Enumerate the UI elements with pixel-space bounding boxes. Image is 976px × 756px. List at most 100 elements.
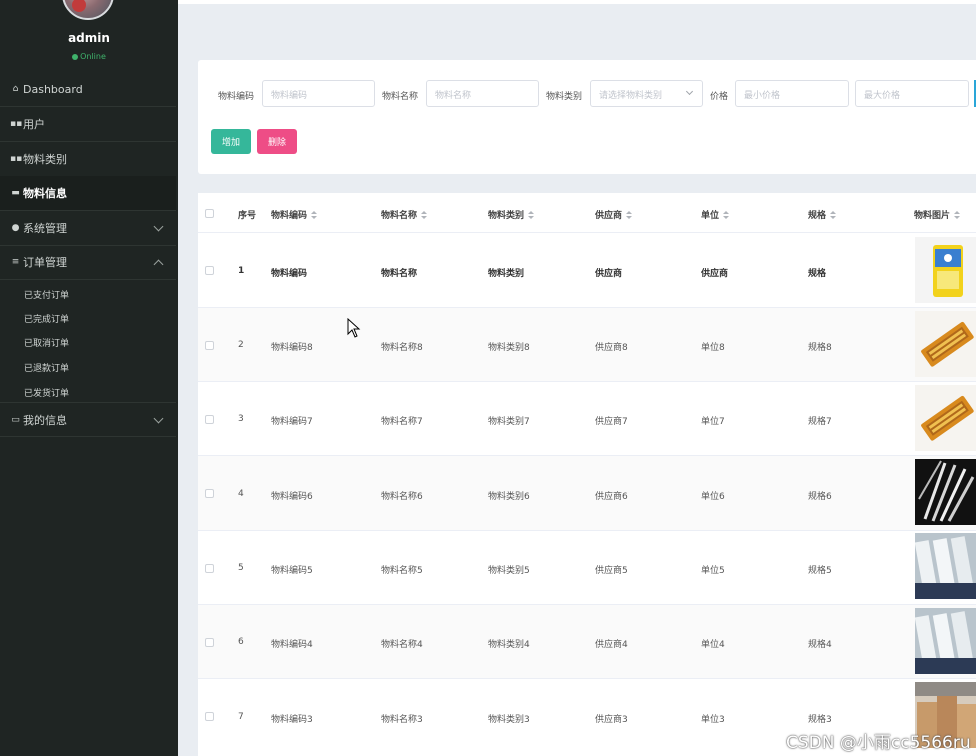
- sort-icon[interactable]: [723, 210, 730, 221]
- chevron-down-icon: [685, 87, 694, 96]
- menu-item-users[interactable]: ▪▪ 用户: [0, 107, 176, 142]
- submenu-shipped-orders[interactable]: 已发货订单: [24, 386, 69, 399]
- code-label: 物料编码: [218, 92, 255, 102]
- table-row[interactable]: [198, 308, 976, 381]
- material-image[interactable]: [915, 311, 976, 377]
- sort-icon[interactable]: [626, 210, 633, 221]
- sort-icon[interactable]: [954, 210, 961, 221]
- row-checkbox[interactable]: [205, 638, 214, 647]
- orange-tray-image: [921, 395, 974, 441]
- sidebar: admin Online ⌂ Dashboard ▪▪ 用户 ▪▪ 物料类别 ▬ 物料信…: [0, 0, 178, 756]
- material-image[interactable]: [915, 237, 976, 303]
- cell-code: 物料编码4: [271, 640, 313, 650]
- submenu-refunded-orders[interactable]: 已退款订单: [24, 361, 69, 374]
- row-checkbox[interactable]: [205, 341, 214, 350]
- material-image[interactable]: [915, 608, 976, 674]
- mouse-cursor-icon: [347, 318, 361, 338]
- menu-item-material-info[interactable]: ▬ 物料信息: [0, 176, 176, 211]
- row-checkbox[interactable]: [205, 415, 214, 424]
- header-unit[interactable]: 单位: [701, 208, 730, 221]
- cell-category: 物料类别4: [488, 640, 530, 650]
- cell-spec: 规格7: [808, 417, 832, 427]
- cell-code: 物料编码: [271, 269, 308, 279]
- delete-button[interactable]: 删除: [257, 129, 297, 154]
- cell-name: 物料名称7: [381, 417, 423, 427]
- cell-spec: 规格8: [808, 343, 832, 353]
- cell-index: 7: [238, 712, 244, 722]
- row-checkbox[interactable]: [205, 489, 214, 498]
- price-label: 价格: [710, 92, 729, 102]
- cell-name: 物料名称4: [381, 640, 423, 650]
- row-checkbox[interactable]: [205, 712, 214, 721]
- add-button[interactable]: 增加: [211, 129, 251, 154]
- cell-code: 物料编码7: [271, 417, 313, 427]
- cell-index: 6: [238, 637, 244, 647]
- cell-supplier: 供应商: [595, 269, 623, 279]
- menu-item-my-info[interactable]: ▭ 我的信息: [0, 402, 176, 437]
- sort-icon[interactable]: [311, 210, 318, 221]
- rice-bag-image: [933, 245, 963, 297]
- sort-icon[interactable]: [830, 210, 837, 221]
- cell-unit: 供应商: [701, 269, 729, 279]
- material-image[interactable]: [915, 459, 976, 525]
- cell-spec: 规格: [808, 269, 827, 279]
- cell-name: 物料名称8: [381, 343, 423, 353]
- material-image[interactable]: [915, 533, 976, 599]
- row-checkbox[interactable]: [205, 266, 214, 275]
- name-label: 物料名称: [382, 92, 419, 102]
- cell-index: 1: [238, 266, 245, 276]
- header-spec[interactable]: 规格: [808, 208, 837, 221]
- online-status: Online: [0, 52, 178, 61]
- card-icon: ▬: [11, 188, 20, 198]
- grid-icon: ▪▪: [10, 154, 23, 164]
- cell-spec: 规格6: [808, 492, 832, 502]
- table-row[interactable]: [198, 531, 976, 604]
- menu-item-material-category[interactable]: ▪▪ 物料类别: [0, 142, 176, 177]
- submenu-cancelled-orders[interactable]: 已取消订单: [24, 336, 69, 349]
- cell-spec: 规格5: [808, 566, 832, 576]
- filter-panel: [198, 60, 976, 174]
- table-row[interactable]: [198, 382, 976, 455]
- cell-supplier: 供应商3: [595, 715, 628, 725]
- table-row[interactable]: [198, 605, 976, 678]
- select-all-checkbox[interactable]: [205, 209, 214, 218]
- submenu-completed-orders[interactable]: 已完成订单: [24, 312, 69, 325]
- sort-icon[interactable]: [528, 210, 535, 221]
- header-supplier[interactable]: 供应商: [595, 208, 633, 221]
- cell-code: 物料编码6: [271, 492, 313, 502]
- cell-category: 物料类别3: [488, 715, 530, 725]
- chevron-down-icon: [153, 413, 164, 424]
- cell-supplier: 供应商4: [595, 640, 628, 650]
- submenu-paid-orders[interactable]: 已支付订单: [24, 288, 69, 301]
- menu-item-dashboard[interactable]: ⌂ Dashboard: [0, 72, 176, 107]
- table-row[interactable]: [198, 233, 976, 307]
- cell-unit: 单位4: [701, 640, 725, 650]
- avatar[interactable]: [62, 0, 114, 20]
- cell-index: 5: [238, 563, 244, 573]
- max-price-input[interactable]: 最大价格: [855, 80, 969, 107]
- header-image[interactable]: 物料图片: [914, 208, 961, 221]
- table-row[interactable]: [198, 456, 976, 530]
- sort-icon[interactable]: [421, 210, 428, 221]
- row-checkbox[interactable]: [205, 564, 214, 573]
- code-input[interactable]: 物料编码: [262, 80, 375, 107]
- header-index: 序号: [238, 211, 257, 221]
- online-dot-icon: [72, 53, 79, 60]
- category-label: 物料类别: [546, 92, 583, 102]
- name-input[interactable]: 物料名称: [426, 80, 539, 107]
- material-image[interactable]: [915, 385, 976, 451]
- category-select[interactable]: 请选择物料类别: [590, 80, 703, 107]
- header-code[interactable]: 物料编码: [271, 208, 318, 221]
- cell-index: 4: [238, 489, 244, 499]
- cell-name: 物料名称: [381, 269, 418, 279]
- cutlery-packs-image: [915, 536, 976, 599]
- top-bar: [178, 0, 976, 4]
- min-price-input[interactable]: 最小价格: [735, 80, 849, 107]
- menu-item-order-management[interactable]: ≡ 订单管理: [0, 245, 176, 280]
- header-name[interactable]: 物料名称: [381, 208, 428, 221]
- menu-item-system-management[interactable]: ● 系统管理: [0, 211, 176, 246]
- header-category[interactable]: 物料类别: [488, 208, 535, 221]
- cell-code: 物料编码3: [271, 715, 313, 725]
- grid-icon: ▪▪: [10, 119, 23, 129]
- cell-category: 物料类别6: [488, 492, 530, 502]
